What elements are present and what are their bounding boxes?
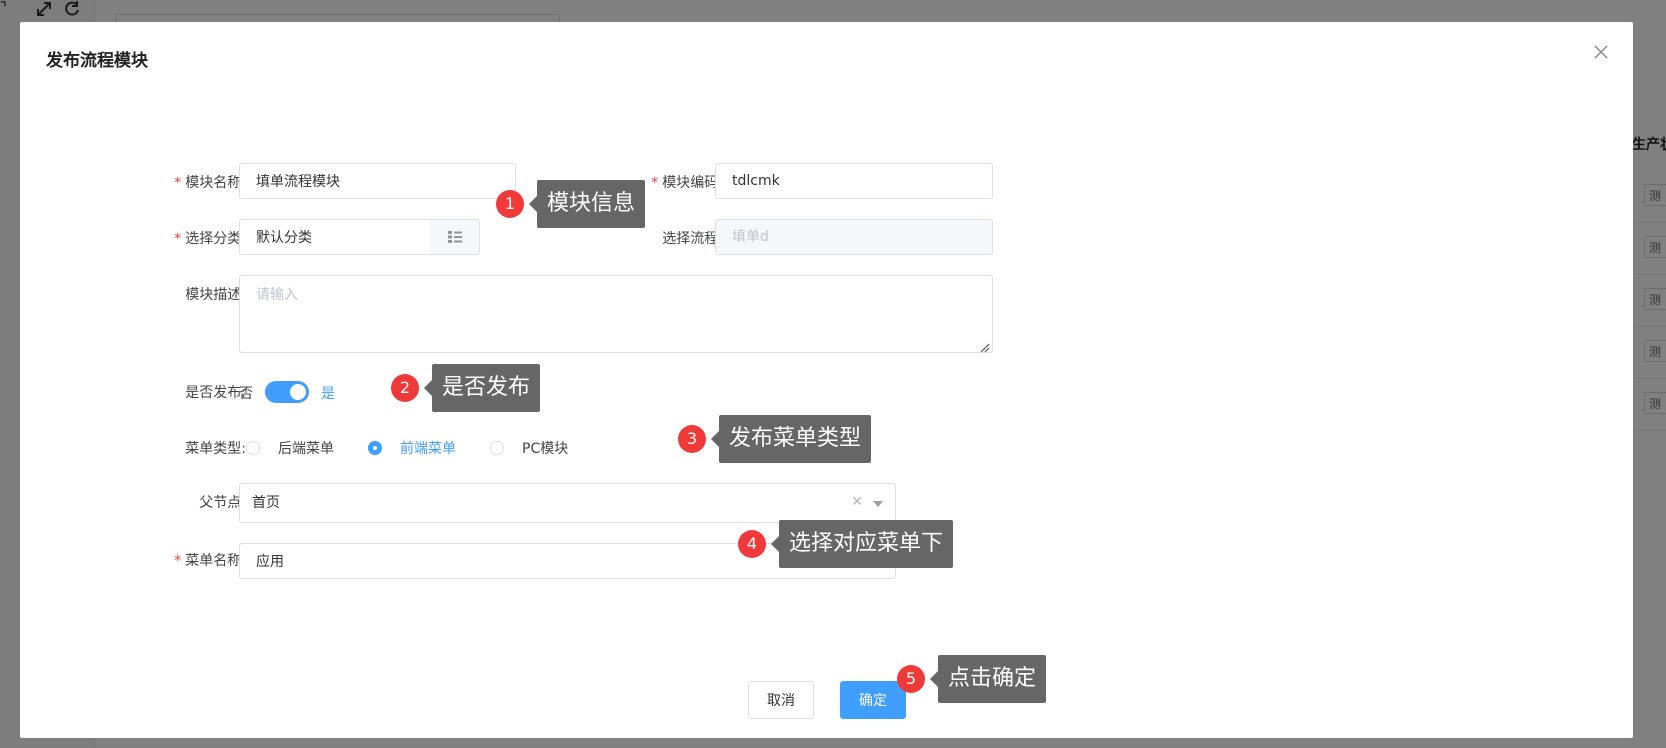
switch-knob <box>290 384 306 400</box>
table-row: 测 <box>1632 274 1666 327</box>
category-label: * 选择分类: <box>174 231 246 247</box>
dialog-title: 发布流程模块 <box>46 51 148 71</box>
process-input <box>715 219 993 255</box>
radio-circle <box>490 441 504 455</box>
category-input[interactable] <box>239 219 431 255</box>
cancel-button[interactable]: 取消 <box>748 681 814 719</box>
menu-name-label: * 菜单名称: <box>174 553 246 569</box>
category-select-button[interactable] <box>430 219 480 255</box>
table-row: 测 <box>1632 222 1666 275</box>
annotation-badge: 2 <box>391 374 419 402</box>
clear-icon[interactable]: ✕ <box>851 494 863 510</box>
collapse-icon <box>0 0 14 20</box>
description-label: 模块描述: <box>185 287 246 303</box>
module-name-input[interactable] <box>239 163 516 199</box>
annotation-1: 1 模块信息 <box>496 180 646 228</box>
annotation-callout: 发布菜单类型 <box>710 415 872 463</box>
list-icon <box>447 228 462 247</box>
table-row: 测 <box>1632 170 1666 223</box>
publish-on-text: 是 <box>321 386 335 402</box>
status-tag: 测 <box>1644 340 1666 362</box>
process-label: 选择流程: <box>662 231 723 247</box>
annotation-badge: 3 <box>678 425 706 453</box>
status-tag: 测 <box>1644 288 1666 310</box>
caret-down-icon[interactable] <box>873 501 883 507</box>
background-column-header: 生产状 <box>1632 137 1666 153</box>
annotation-5: 5 点击确定 <box>897 655 1047 703</box>
status-tag: 测 <box>1644 392 1666 414</box>
resize-handle-icon[interactable] <box>978 338 990 353</box>
annotation-callout: 选择对应菜单下 <box>770 520 954 568</box>
parent-node-select[interactable]: 首页 ✕ <box>239 483 896 523</box>
annotation-callout: 模块信息 <box>528 180 646 228</box>
annotation-badge: 4 <box>738 530 766 558</box>
publish-off-text: 否 <box>239 386 253 402</box>
annotation-4: 4 选择对应菜单下 <box>738 520 954 568</box>
menu-type-label: 菜单类型: <box>185 441 246 457</box>
close-icon[interactable] <box>1591 42 1611 62</box>
module-code-input[interactable] <box>715 163 993 199</box>
publish-label: 是否发布: <box>185 385 246 401</box>
annotation-badge: 1 <box>496 190 524 218</box>
parent-node-value: 首页 <box>252 495 280 511</box>
status-tag: 测 <box>1644 236 1666 258</box>
radio-label: 后端菜单 <box>278 441 334 457</box>
radio-frontend-menu[interactable]: 前端菜单 <box>368 438 456 458</box>
table-row: 测 <box>1632 326 1666 379</box>
annotation-callout: 点击确定 <box>929 655 1047 703</box>
module-name-label: * 模块名称: <box>174 175 246 191</box>
publish-module-dialog: 发布流程模块 *模块名称: *模块编码: *选择分类: 选择流程: 模块描述: … <box>20 22 1633 738</box>
annotation-2: 2 是否发布 <box>391 364 541 412</box>
expand-icon[interactable] <box>34 0 54 20</box>
description-textarea[interactable] <box>239 275 993 353</box>
radio-label: PC模块 <box>522 441 569 457</box>
radio-backend-menu[interactable]: 后端菜单 <box>246 438 334 458</box>
publish-switch[interactable] <box>265 381 309 403</box>
annotation-badge: 5 <box>897 665 925 693</box>
refresh-icon[interactable] <box>62 0 82 20</box>
annotation-callout: 是否发布 <box>423 364 541 412</box>
annotation-3: 3 发布菜单类型 <box>678 415 872 463</box>
module-code-label: * 模块编码: <box>651 175 723 191</box>
radio-circle <box>246 441 260 455</box>
radio-pc-module[interactable]: PC模块 <box>490 438 568 458</box>
radio-label: 前端菜单 <box>400 441 456 457</box>
table-row: 测 <box>1632 378 1666 431</box>
radio-circle <box>368 441 382 455</box>
status-tag: 测 <box>1644 184 1666 206</box>
